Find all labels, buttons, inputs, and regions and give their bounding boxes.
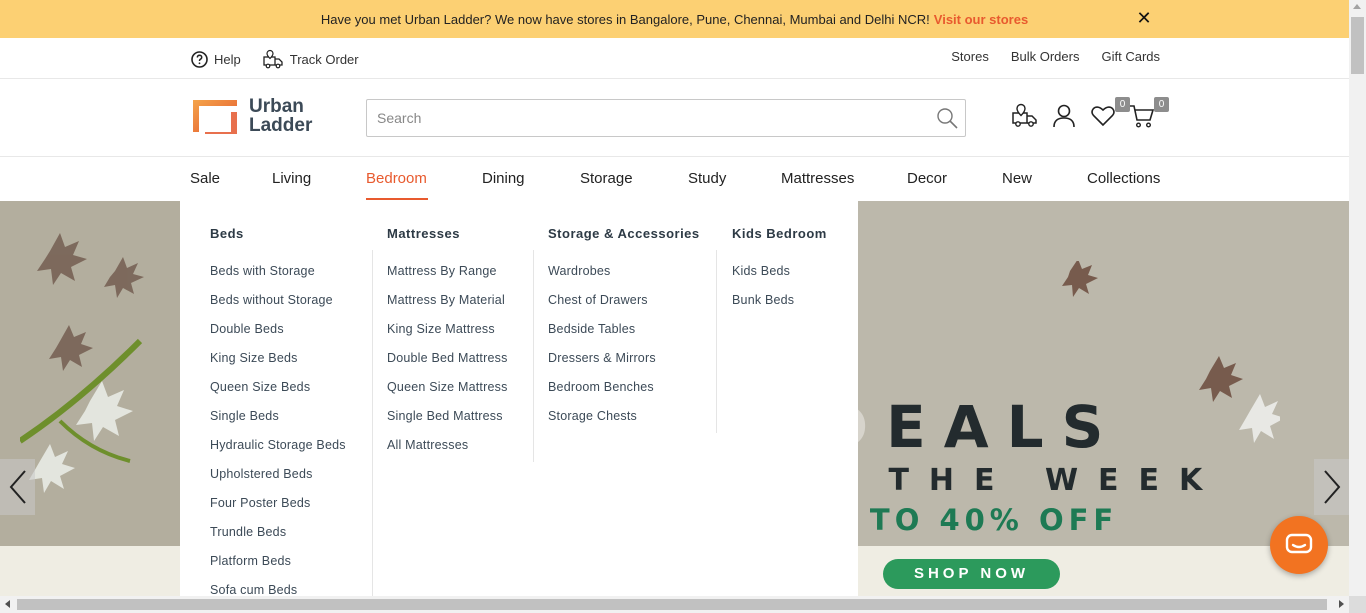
chevron-left-icon — [9, 470, 26, 504]
track-order-button[interactable] — [1012, 103, 1038, 129]
menu-item[interactable]: Hydraulic Storage Beds — [210, 437, 346, 466]
menu-item[interactable]: Single Bed Mattress — [387, 408, 508, 437]
active-tab-underline — [366, 198, 428, 200]
nav-item-decor[interactable]: Decor — [907, 170, 947, 187]
menu-item[interactable]: Bedroom Benches — [548, 379, 656, 408]
track-order-label: Track Order — [289, 51, 359, 67]
heart-icon — [1091, 106, 1115, 127]
menu-item[interactable]: Four Poster Beds — [210, 495, 346, 524]
chat-button[interactable] — [1270, 516, 1328, 574]
menu-item[interactable]: Single Beds — [210, 408, 346, 437]
chat-bubble-icon — [1285, 533, 1313, 554]
wishlist-button[interactable]: 0 — [1090, 97, 1130, 129]
menu-item[interactable]: Wardrobes — [548, 263, 656, 292]
menu-item[interactable]: Double Bed Mattress — [387, 350, 508, 379]
menu-divider — [372, 250, 373, 597]
wishlist-count-badge: 0 — [1115, 97, 1130, 112]
menu-item[interactable]: Trundle Beds — [210, 524, 346, 553]
chevron-right-icon — [1323, 470, 1340, 504]
menu-item[interactable]: Queen Size Beds — [210, 379, 346, 408]
bulk-orders-link[interactable]: Bulk Orders — [1011, 49, 1080, 64]
menu-heading-kids-bedroom[interactable]: Kids Bedroom — [732, 226, 827, 241]
nav-item-storage[interactable]: Storage — [580, 170, 633, 187]
logo-mark-icon — [193, 100, 237, 134]
scrollbar-thumb[interactable] — [17, 599, 1327, 610]
deals-headline: DEALS — [820, 393, 1122, 461]
cart-button[interactable]: 0 — [1129, 97, 1169, 129]
logo-text-urban: Urban — [249, 96, 304, 117]
close-icon[interactable]: ✕ — [1135, 9, 1153, 27]
menu-item[interactable]: Mattress By Material — [387, 292, 508, 321]
carousel-prev-button[interactable] — [0, 459, 35, 515]
search-box — [366, 99, 966, 137]
menu-item[interactable]: Beds without Storage — [210, 292, 346, 321]
menu-heading-beds[interactable]: Beds — [210, 226, 244, 241]
menu-item[interactable]: Platform Beds — [210, 553, 346, 582]
menu-item[interactable]: All Mattresses — [387, 437, 508, 466]
gift-cards-link[interactable]: Gift Cards — [1101, 49, 1160, 64]
track-order-link[interactable]: Track Order — [263, 49, 359, 69]
menu-item[interactable]: Bedside Tables — [548, 321, 656, 350]
nav-item-collections[interactable]: Collections — [1087, 170, 1160, 187]
menu-item[interactable]: Mattress By Range — [387, 263, 508, 292]
maple-leaf-icon — [20, 233, 144, 493]
user-icon — [1053, 104, 1075, 128]
cart-icon — [1130, 105, 1155, 128]
menu-item[interactable]: Queen Size Mattress — [387, 379, 508, 408]
nav-item-living[interactable]: Living — [272, 170, 311, 187]
nav-item-bedroom[interactable]: Bedroom — [366, 170, 427, 187]
menu-item[interactable]: Double Beds — [210, 321, 346, 350]
carousel-next-button[interactable] — [1314, 459, 1349, 515]
menu-item[interactable]: Upholstered Beds — [210, 466, 346, 495]
help-icon — [191, 50, 208, 68]
vertical-scrollbar[interactable] — [1349, 0, 1366, 596]
account-button[interactable] — [1051, 103, 1077, 129]
category-nav: Sale Living Bedroom Dining Storage Study… — [0, 157, 1349, 201]
nav-item-study[interactable]: Study — [688, 170, 726, 187]
help-label: Help — [214, 51, 241, 67]
search-icon[interactable] — [935, 106, 959, 130]
menu-item[interactable]: King Size Mattress — [387, 321, 508, 350]
menu-heading-storage-accessories[interactable]: Storage & Accessories — [548, 226, 700, 241]
menu-item[interactable]: Beds with Storage — [210, 263, 346, 292]
announcement-text: Have you met Urban Ladder? We now have s… — [320, 11, 930, 27]
menu-item[interactable]: Dressers & Mirrors — [548, 350, 656, 379]
bedroom-mega-menu: Beds Beds with Storage Beds without Stor… — [180, 201, 858, 597]
cart-count-badge: 0 — [1154, 97, 1169, 112]
menu-heading-mattresses[interactable]: Mattresses — [387, 226, 460, 241]
scrollbar-thumb[interactable] — [1351, 17, 1364, 74]
delivery-truck-icon — [263, 49, 283, 69]
nav-item-mattresses[interactable]: Mattresses — [781, 170, 854, 187]
menu-item[interactable]: King Size Beds — [210, 350, 346, 379]
nav-item-dining[interactable]: Dining — [482, 170, 525, 187]
visit-stores-link[interactable]: Visit our stores — [934, 12, 1028, 27]
header: Urban Ladder 0 0 — [0, 79, 1349, 157]
search-input[interactable] — [367, 100, 927, 136]
shop-now-button[interactable]: SHOP NOW — [883, 559, 1060, 589]
announcement-bar: Have you met Urban Ladder? We now have s… — [0, 0, 1349, 38]
horizontal-scrollbar[interactable] — [0, 596, 1349, 613]
nav-item-new[interactable]: New — [1002, 170, 1032, 187]
menu-item[interactable]: Bunk Beds — [732, 292, 794, 321]
stores-link[interactable]: Stores — [951, 49, 989, 64]
logo-text-ladder: Ladder — [249, 115, 313, 136]
utility-bar: Help Track Order Stores Bulk Orders Gift… — [0, 38, 1349, 79]
nav-item-sale[interactable]: Sale — [190, 170, 220, 187]
delivery-truck-icon — [1012, 103, 1037, 127]
menu-item[interactable]: Storage Chests — [548, 408, 656, 437]
help-link[interactable]: Help — [191, 50, 241, 68]
menu-divider — [716, 250, 717, 433]
urban-ladder-logo[interactable]: Urban Ladder — [191, 97, 312, 135]
menu-item[interactable]: Chest of Drawers — [548, 292, 656, 321]
menu-divider — [533, 250, 534, 462]
menu-item[interactable]: Kids Beds — [732, 263, 794, 292]
